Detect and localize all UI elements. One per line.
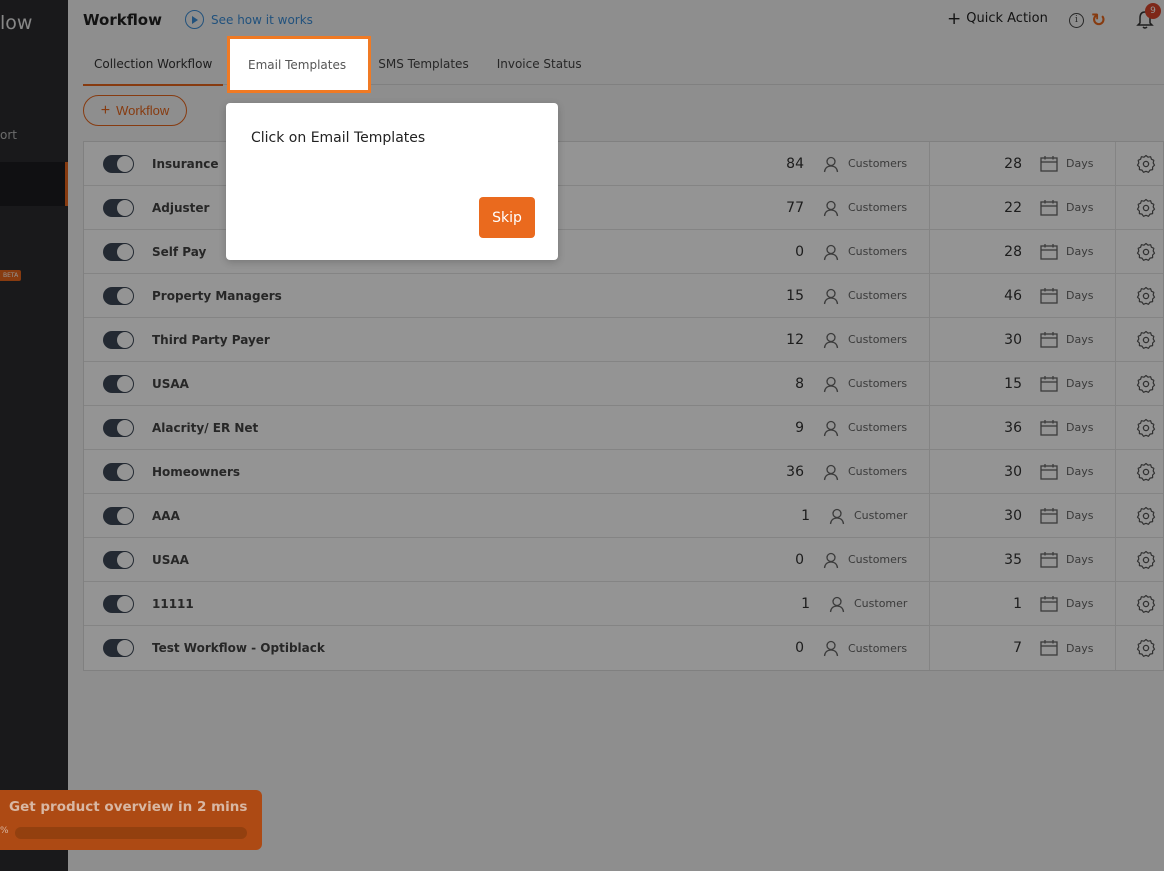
tour-message: Click on Email Templates bbox=[251, 130, 426, 146]
tour-popup: Click on Email Templates Skip bbox=[226, 103, 558, 260]
onboarding-percent: % bbox=[0, 826, 9, 836]
tour-overlay bbox=[0, 0, 1164, 871]
tab-email-templates-label: Email Templates bbox=[248, 58, 347, 72]
skip-button[interactable]: Skip bbox=[479, 197, 535, 238]
onboarding-widget[interactable]: Get product overview in 2 mins % bbox=[0, 790, 262, 850]
onboarding-title: Get product overview in 2 mins bbox=[9, 799, 248, 815]
tab-email-templates[interactable]: Email Templates bbox=[227, 36, 371, 93]
onboarding-progress-bar bbox=[15, 827, 247, 839]
